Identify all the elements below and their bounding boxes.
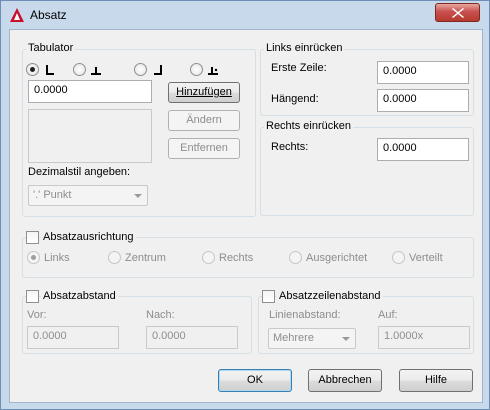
align-left-radio[interactable] xyxy=(27,251,40,264)
right-indent-label: Rechts: xyxy=(271,141,309,153)
right-indent-input[interactable]: 0.0000 xyxy=(377,138,469,161)
hanging-input[interactable]: 0.0000 xyxy=(377,89,469,112)
first-line-input[interactable]: 0.0000 xyxy=(377,61,469,84)
center-tab-icon xyxy=(91,67,101,75)
align-distribute-radio[interactable] xyxy=(392,251,405,264)
change-tab-button[interactable]: Ändern xyxy=(168,110,240,131)
hanging-label: Hängend: xyxy=(271,93,319,105)
line-spacing-at-input[interactable]: 1.0000x xyxy=(378,326,470,349)
alignment-checkbox-label[interactable]: Absatzausrichtung xyxy=(41,231,136,243)
spacing-after-input[interactable]: 0.0000 xyxy=(146,326,238,349)
align-left-label: Links xyxy=(44,252,70,264)
tab-type-center-radio[interactable] xyxy=(73,63,86,76)
help-button[interactable]: Hilfe xyxy=(399,369,473,392)
window-title: Absatz xyxy=(30,8,67,22)
close-window-button[interactable] xyxy=(435,3,480,22)
paragraph-spacing-label[interactable]: Absatzabstand xyxy=(41,290,118,302)
tab-type-left-radio[interactable] xyxy=(26,63,39,76)
alignment-checkbox[interactable] xyxy=(26,231,39,244)
decimal-style-label: Dezimalstil angeben: xyxy=(28,166,131,178)
chevron-down-icon xyxy=(342,337,350,341)
align-center-radio[interactable] xyxy=(108,251,121,264)
title-bar[interactable]: Absatz xyxy=(1,1,489,29)
align-distribute-label: Verteilt xyxy=(409,252,443,264)
decimal-style-value: '.' Punkt xyxy=(33,189,72,201)
paragraph-spacing-checkbox[interactable] xyxy=(26,290,39,303)
ok-button[interactable]: OK xyxy=(218,369,292,392)
tab-stops-list[interactable] xyxy=(28,109,152,163)
line-spacing-checkbox-label[interactable]: Absatzzeilenabstand xyxy=(277,290,383,302)
right-indent-group-label: Rechts einrücken xyxy=(264,120,353,132)
spacing-before-label: Vor: xyxy=(27,309,47,321)
decimal-tab-icon xyxy=(208,67,218,75)
spacing-before-input[interactable]: 0.0000 xyxy=(27,326,119,349)
tab-type-decimal-radio[interactable] xyxy=(190,63,203,76)
align-center-label: Zentrum xyxy=(125,252,166,264)
decimal-style-select[interactable]: '.' Punkt xyxy=(28,185,148,206)
right-tab-icon xyxy=(154,65,162,75)
dialog-client-area: Tabulator 0.0000 Hinzufügen Ändern Entfe… xyxy=(9,29,483,403)
cancel-button[interactable]: Abbrechen xyxy=(308,369,382,392)
add-tab-label: Hinzufügen xyxy=(176,86,232,98)
close-icon xyxy=(452,8,464,18)
tabulator-group-label: Tabulator xyxy=(26,42,76,54)
spacing-after-label: Nach: xyxy=(146,309,175,321)
align-justify-radio[interactable] xyxy=(289,251,302,264)
line-spacing-checkbox[interactable] xyxy=(262,290,275,303)
align-right-label: Rechts xyxy=(219,252,254,264)
add-tab-button[interactable]: Hinzufügen xyxy=(168,82,240,103)
align-justify-label: Ausgerichtet xyxy=(306,252,368,264)
line-spacing-type-value: Mehrere xyxy=(273,332,314,344)
chevron-down-icon xyxy=(134,194,142,198)
align-right-radio[interactable] xyxy=(202,251,215,264)
line-spacing-at-label: Auf: xyxy=(378,309,398,321)
tab-position-input[interactable]: 0.0000 xyxy=(28,80,152,103)
autocad-app-icon xyxy=(10,8,24,22)
left-indent-group-label: Links einrücken xyxy=(264,42,345,54)
left-tab-icon xyxy=(46,65,54,75)
paragraph-dialog: Absatz Tabulator 0.0000 Hinzufügen Änder… xyxy=(0,0,490,410)
line-spacing-type-label: Linienabstand: xyxy=(269,309,341,321)
line-spacing-type-select[interactable]: Mehrere xyxy=(268,328,356,349)
tab-type-right-radio[interactable] xyxy=(134,63,147,76)
first-line-label: Erste Zeile: xyxy=(271,62,327,74)
remove-tab-button[interactable]: Entfernen xyxy=(168,138,240,159)
